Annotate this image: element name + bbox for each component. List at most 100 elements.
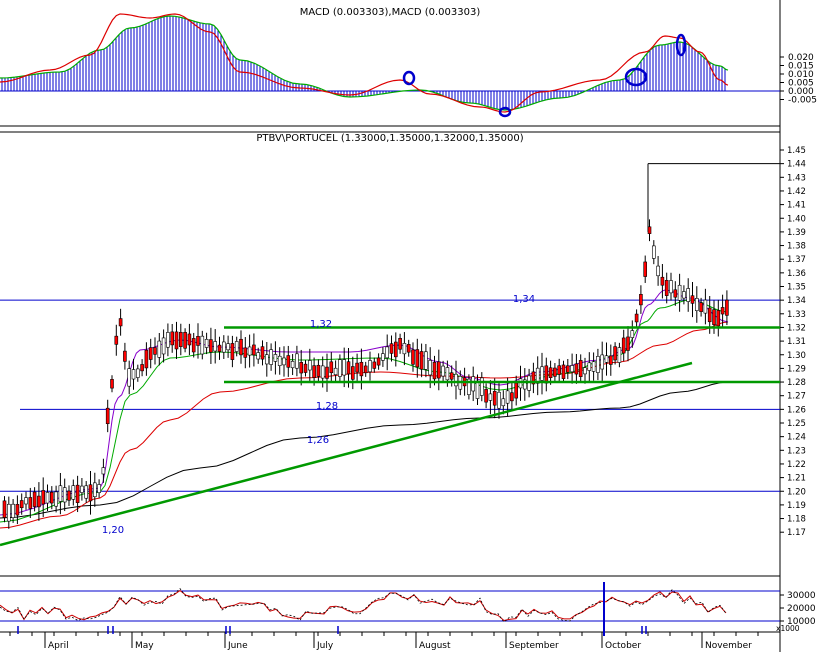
month-label: October [605,641,641,651]
candle-body [694,298,699,311]
moving-average-fast [0,289,729,516]
candle-body [45,492,50,504]
candle-body [368,360,372,373]
price-tick-label: 1.34 [787,296,806,306]
candle-body [299,362,304,374]
price-tick-label: 1.21 [787,474,806,484]
candle-body [28,497,33,509]
candle-body [105,407,110,425]
macd-axis: 0.0200.0150.0100.0050.000-0.005 [780,53,817,106]
candle-body [303,363,308,373]
candle-body [643,261,648,277]
candle-body [424,351,428,370]
candle-body [725,299,729,316]
price-tick-label: 1.36 [787,269,806,279]
candle-body [449,372,454,380]
price-tick-label: 1.29 [787,364,806,374]
candle-body [363,365,368,374]
candle-body [316,364,321,377]
candle-body [488,393,493,401]
candle-body [179,331,183,347]
trend-support-line [0,361,693,547]
candle-body [110,379,114,389]
candle-body [209,339,213,353]
candle-body [720,307,725,315]
month-label: May [135,641,154,651]
price-axis: 1.45 1.44 1.43 1.42 1.41 1.40 1.39 1.38 1.37 1.36… [780,146,806,538]
candle-body [621,337,626,354]
candle-body [136,368,140,378]
candle-body [441,365,445,377]
candle-body [80,485,84,493]
candle-body [411,349,415,365]
candle-body [355,362,359,373]
month-label: August [419,641,451,651]
candle-body [651,245,656,259]
level-label: 1,28 [316,401,338,412]
candle-body [398,337,402,350]
candle-body [548,367,553,379]
candle-body [510,392,514,402]
macd-title: MACD (0.003303),MACD (0.003303) [300,7,481,18]
month-label: July [316,641,334,651]
price-tick-label: 1.33 [787,310,806,320]
candle-body [372,361,377,369]
candle-body [664,280,669,296]
candle-body [712,309,716,325]
candle-body [338,359,342,377]
candle-body [578,360,583,377]
candle-body [591,361,596,372]
candle-body [252,344,256,356]
volume-average-line [0,588,727,623]
candle-body [492,391,497,406]
candle-body [479,377,484,396]
candle-body [264,354,269,365]
candle-body [234,341,239,352]
candle-body [669,280,673,294]
price-tick-label: 1.28 [787,378,806,388]
candle-body [282,357,286,366]
candle-body [174,331,179,350]
price-tick-label: 1.38 [787,242,806,252]
price-tick-label: 1.31 [787,337,806,347]
candle-body [140,364,144,372]
price-tick-label: 1.22 [787,460,806,470]
candle-body [505,390,510,404]
price-tick-label: 1.40 [787,214,806,224]
candle-body [269,349,273,365]
candle-body [613,346,617,361]
price-tick-label: 1.24 [787,433,806,443]
candle-body [19,500,24,509]
candle-body [333,367,338,375]
candle-body [389,343,394,354]
price-tick-label: 1.20 [787,487,806,497]
candle-body [342,359,347,376]
candle-body [320,365,325,379]
candle-body [419,351,424,370]
candle-body [183,331,187,349]
candle-body [540,366,544,381]
candle-body [385,346,390,359]
month-label: April [48,641,69,651]
candle-body [11,503,15,518]
candle-body [376,357,381,366]
candle-body [639,294,643,306]
candle-body [570,365,574,373]
price-tick-label: 1.30 [787,351,806,361]
candle-body [682,291,686,299]
price-tick-label: 1.43 [787,173,806,183]
price-tick-label: 1.42 [787,187,806,197]
candle-body [673,289,678,298]
level-label: 1,32 [310,319,332,330]
candle-body [393,341,398,358]
candle-body [166,332,170,348]
volume-line [0,589,727,622]
candle-body [634,313,639,323]
candle-body [88,484,93,502]
candle-body [84,485,88,499]
candle-body [67,490,71,501]
candle-body [62,487,67,503]
volume-series [0,582,780,636]
candle-body [432,362,437,380]
candle-body [716,310,721,327]
